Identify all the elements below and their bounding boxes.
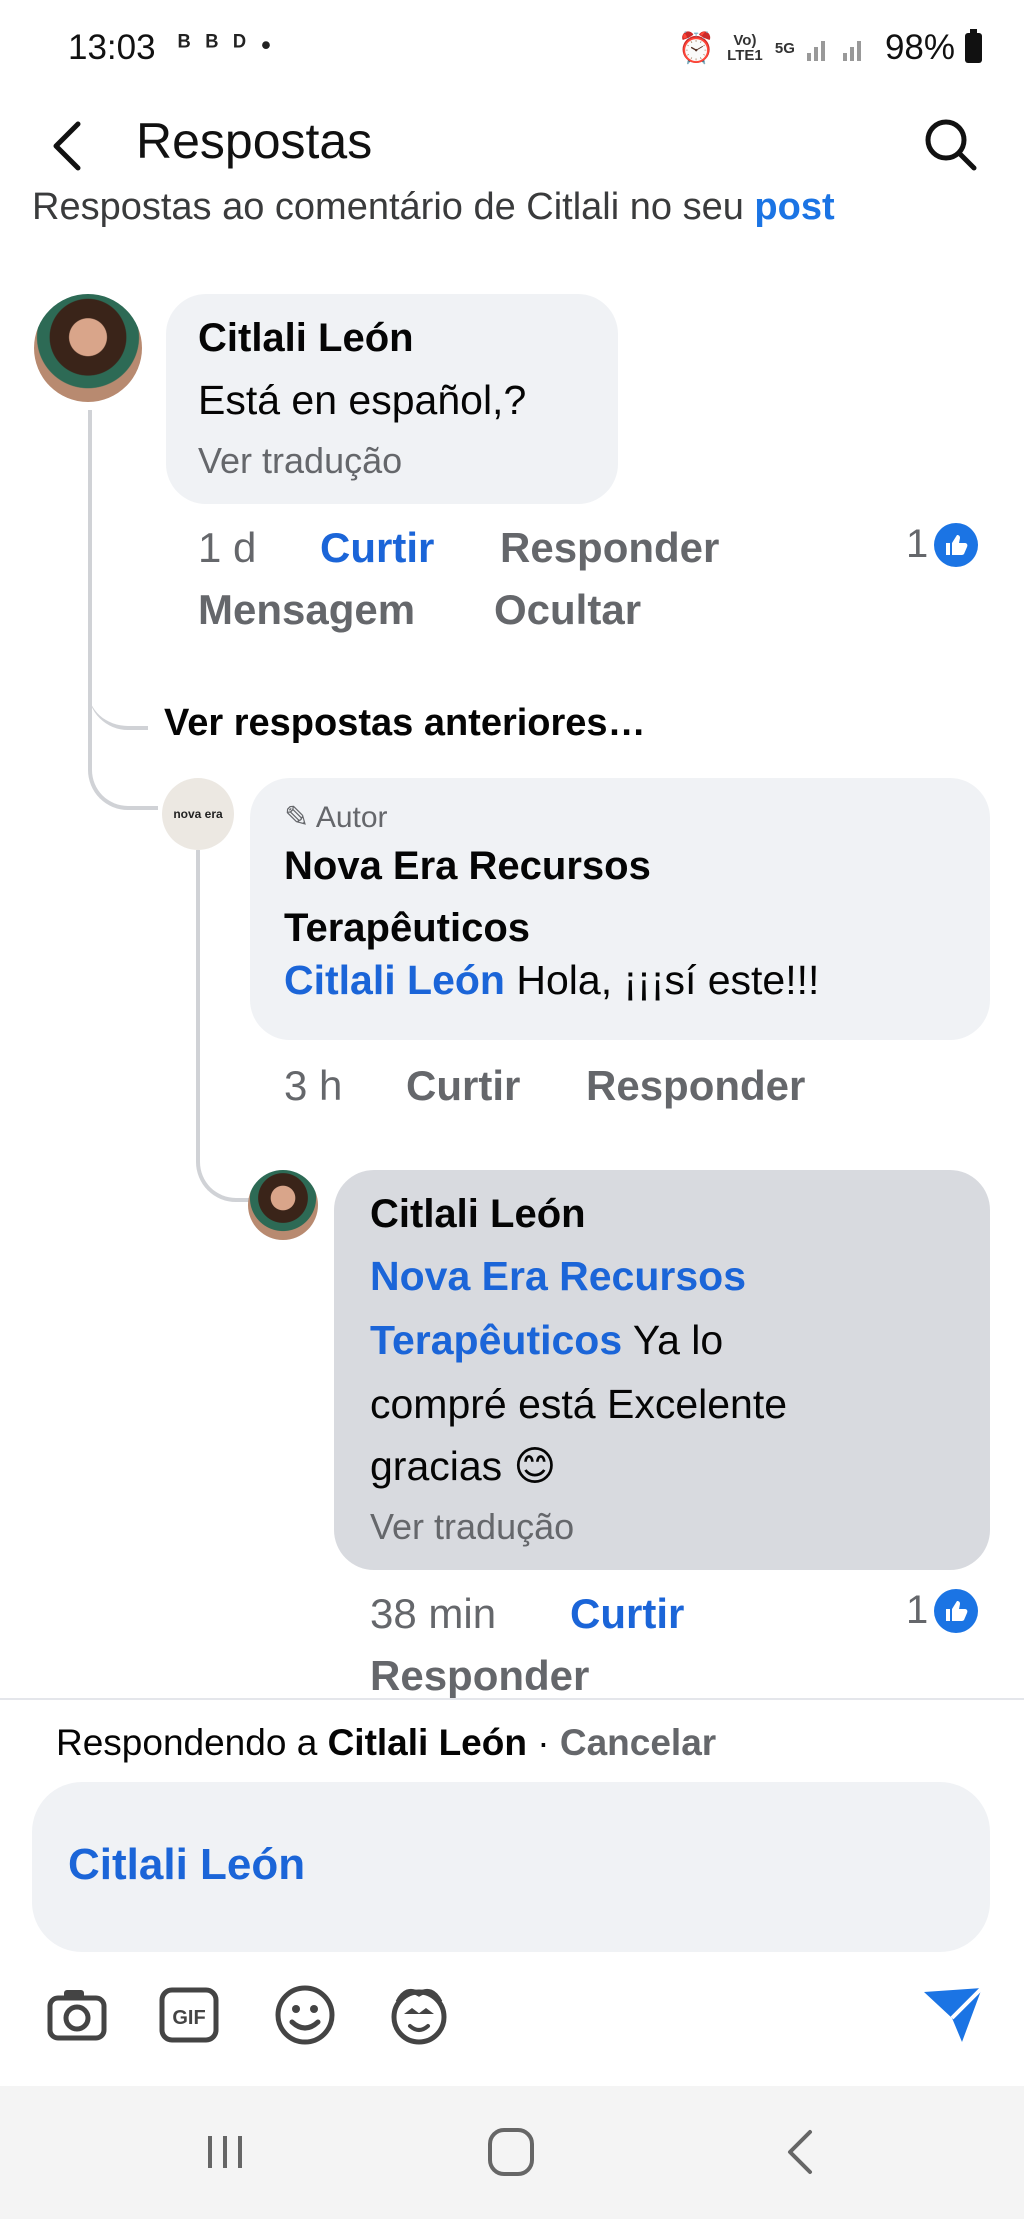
like-button[interactable]: Curtir bbox=[320, 524, 434, 572]
cancel-reply-button[interactable]: Cancelar bbox=[560, 1722, 716, 1763]
reply2-mention-line1[interactable]: Nova Era Recursos bbox=[370, 1253, 746, 1299]
back-nav-icon[interactable] bbox=[766, 2122, 836, 2182]
subheader: Respostas ao comentário de Citlali no se… bbox=[32, 186, 835, 229]
page-logo: nova era bbox=[173, 807, 223, 821]
pencil-icon: ✎ bbox=[284, 801, 310, 834]
status-bar: 13:03 ᴮ ᴮ ᴰ • ⏰ Vo) LTE1 5G 98% bbox=[0, 0, 1024, 96]
reply-input[interactable]: Citlali León bbox=[32, 1782, 990, 1952]
reply-author-line2[interactable]: Terapêuticos bbox=[284, 906, 530, 951]
battery-percent: 98% bbox=[884, 28, 955, 67]
status-right: ⏰ Vo) LTE1 5G 98% bbox=[678, 28, 982, 68]
reply-author-line1[interactable]: Nova Era Recursos bbox=[284, 844, 651, 889]
composer-mention: Citlali León bbox=[68, 1840, 306, 1889]
replying-name: Citlali León bbox=[327, 1722, 527, 1763]
comment-text: Está en español,? bbox=[198, 377, 527, 423]
reply2-like-button[interactable]: Curtir bbox=[570, 1590, 684, 1638]
reply2-like-count-number: 1 bbox=[906, 1588, 929, 1632]
composer-toolbar: GIF bbox=[0, 1980, 1024, 2060]
reply-bubble-author[interactable]: ✎ Autor Nova Era Recursos Terapêuticos C… bbox=[250, 778, 990, 1040]
reply-mention[interactable]: Citlali León bbox=[284, 957, 505, 1003]
reply-bubble-selected[interactable]: Citlali León Nova Era Recursos Terapêuti… bbox=[334, 1170, 990, 1570]
avatar-small[interactable] bbox=[248, 1170, 318, 1240]
author-badge: ✎ Autor bbox=[284, 800, 388, 835]
reply2-like-count[interactable]: 1 bbox=[906, 1588, 979, 1633]
reply-like-button[interactable]: Curtir bbox=[406, 1062, 520, 1110]
reply2-line1: Nova Era Recursos bbox=[370, 1244, 746, 1308]
reply2-translate-link[interactable]: Ver tradução bbox=[370, 1506, 574, 1548]
reply-message: Hola, ¡¡¡sí este!!! bbox=[516, 957, 820, 1003]
notification-icons: ᴮ ᴮ ᴰ • bbox=[178, 30, 275, 60]
camera-icon[interactable] bbox=[42, 1980, 112, 2050]
search-icon[interactable] bbox=[920, 114, 980, 174]
translate-link[interactable]: Ver tradução bbox=[198, 440, 402, 482]
post-link[interactable]: post bbox=[754, 186, 834, 228]
replying-separator: · bbox=[537, 1722, 550, 1763]
reply-time: 3 h bbox=[284, 1062, 343, 1109]
alarm-icon: ⏰ bbox=[677, 31, 715, 65]
system-nav-bar bbox=[0, 2086, 1024, 2219]
composer-divider bbox=[0, 1698, 1024, 1700]
subheader-text: Respostas ao comentário de Citlali no se… bbox=[32, 186, 744, 228]
reply-actions: 3 h Curtir Responder bbox=[284, 1062, 884, 1122]
reply2-line3: compré está Excelente bbox=[370, 1381, 788, 1427]
recent-apps-icon[interactable] bbox=[190, 2122, 260, 2182]
home-icon[interactable] bbox=[476, 2122, 546, 2182]
comment-author[interactable]: Citlali León bbox=[198, 316, 414, 361]
page-title: Respostas bbox=[136, 113, 373, 169]
reply2-line2: Terapêuticos Ya lo bbox=[370, 1308, 723, 1372]
reply2-time: 38 min bbox=[370, 1590, 497, 1637]
reply2-actions: 38 min Curtir Responder bbox=[370, 1590, 870, 1710]
comment-time: 1 d bbox=[198, 524, 257, 571]
reply2-author[interactable]: Citlali León bbox=[370, 1192, 586, 1237]
thumbs-up-icon bbox=[934, 1588, 979, 1633]
comment-bubble[interactable]: Citlali León Está en español,? Ver tradu… bbox=[166, 294, 618, 504]
like-count[interactable]: 1 bbox=[906, 522, 979, 567]
reply2-mention-line2[interactable]: Terapêuticos bbox=[370, 1317, 622, 1363]
sticker-icon[interactable] bbox=[384, 1980, 454, 2050]
replying-to-bar: Respondendo a Citlali León · Cancelar bbox=[56, 1722, 716, 1764]
avatar[interactable] bbox=[34, 294, 142, 402]
page-avatar[interactable]: nova era bbox=[162, 778, 234, 850]
signal-icon bbox=[806, 41, 861, 61]
like-count-number: 1 bbox=[906, 522, 929, 566]
message-button[interactable]: Mensagem bbox=[198, 586, 415, 634]
reply-button[interactable]: Responder bbox=[500, 524, 719, 572]
thread-line-main bbox=[88, 410, 158, 810]
back-arrow-icon[interactable] bbox=[44, 116, 92, 176]
comment-actions: 1 d Curtir Responder Mensagem Ocultar bbox=[198, 524, 798, 644]
volte-indicator: Vo) LTE1 bbox=[727, 32, 763, 64]
author-badge-label: Autor bbox=[315, 801, 388, 834]
emoji-icon[interactable] bbox=[270, 1980, 340, 2050]
send-icon[interactable] bbox=[918, 1980, 988, 2050]
reply-text: Citlali León Hola, ¡¡¡sí este!!! bbox=[284, 948, 819, 1012]
reply2-line4: gracias 😊 bbox=[370, 1443, 557, 1489]
view-previous-replies[interactable]: Ver respostas anteriores… bbox=[164, 702, 646, 745]
status-time: 13:03 bbox=[68, 28, 156, 67]
reply2-text-start: Ya lo bbox=[632, 1317, 724, 1363]
gif-icon[interactable]: GIF bbox=[154, 1980, 224, 2050]
svg-text:GIF: GIF bbox=[172, 2007, 205, 2029]
app-bar: Respostas bbox=[0, 96, 1024, 196]
reply-reply-button[interactable]: Responder bbox=[586, 1062, 805, 1110]
thumbs-up-icon bbox=[934, 522, 979, 567]
battery-icon bbox=[965, 29, 982, 63]
replying-prefix: Respondendo a bbox=[56, 1722, 318, 1763]
hide-button[interactable]: Ocultar bbox=[494, 586, 641, 634]
reply2-reply-button[interactable]: Responder bbox=[370, 1652, 589, 1700]
network-5g-indicator: 5G bbox=[774, 39, 795, 57]
